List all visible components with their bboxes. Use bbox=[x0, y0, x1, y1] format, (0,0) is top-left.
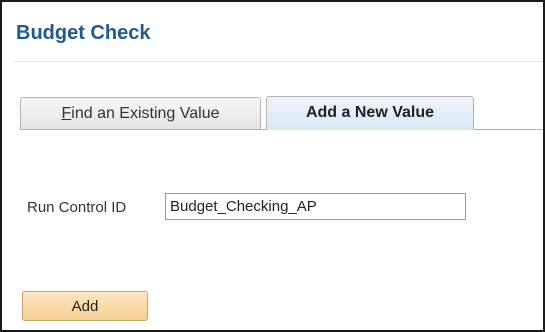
page-title: Budget Check bbox=[16, 22, 151, 44]
run-control-id-input[interactable] bbox=[165, 193, 466, 220]
tab-add-new-value[interactable]: Add a New Value bbox=[266, 96, 474, 130]
tab-find-existing-value[interactable]: Find an Existing Value bbox=[20, 97, 261, 129]
tab-find-label: ind an Existing Value bbox=[71, 105, 220, 122]
tab-add-label: Add a New Value bbox=[305, 104, 435, 121]
tab-baseline bbox=[20, 129, 266, 130]
run-control-id-label: Run Control ID bbox=[27, 199, 127, 216]
title-divider bbox=[14, 61, 543, 62]
tab-baseline-right bbox=[474, 129, 543, 130]
add-button[interactable]: Add bbox=[22, 291, 148, 321]
tab-find-accelerator: F bbox=[61, 105, 72, 122]
page-frame: Budget Check Find an Existing Value Add … bbox=[0, 0, 545, 332]
